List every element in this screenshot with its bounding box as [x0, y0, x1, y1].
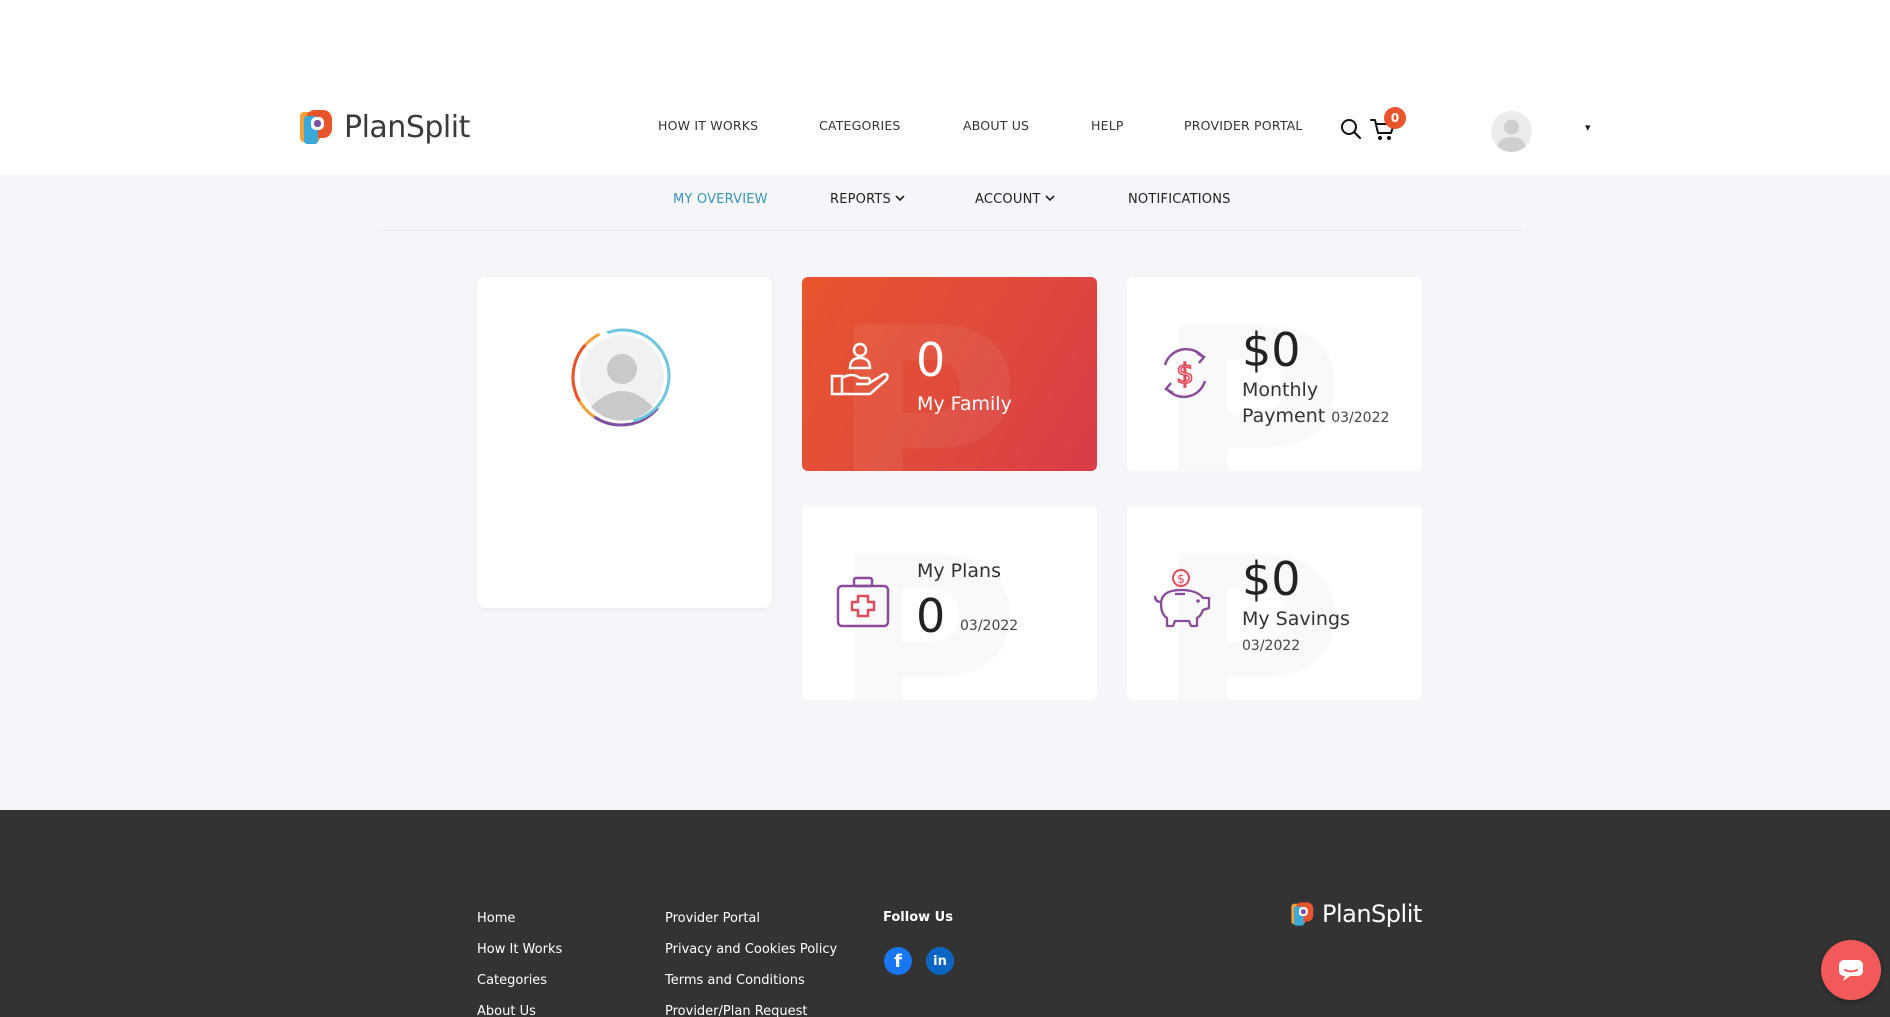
footer-link-home[interactable]: Home [477, 910, 562, 941]
monthly-payment-label: Payment 03/2022 [1242, 403, 1389, 431]
nav-help[interactable]: HELP [1091, 118, 1124, 133]
plansplit-logo-icon [1291, 902, 1314, 926]
dollar-cycle-icon: $ [1163, 347, 1207, 399]
chat-widget-button[interactable] [1821, 940, 1881, 1000]
linkedin-icon[interactable]: in [926, 947, 954, 975]
footer-link-terms[interactable]: Terms and Conditions [665, 972, 837, 1003]
footer-link-provider-portal[interactable]: Provider Portal [665, 910, 837, 941]
site-footer: Home How It Works Categories About Us Pr… [0, 810, 1890, 1017]
monthly-payment-label-line1: Monthly [1242, 379, 1319, 401]
sub-nav-divider [380, 230, 1522, 231]
svg-text:$: $ [1177, 572, 1185, 586]
footer-link-how-it-works[interactable]: How It Works [477, 941, 562, 972]
medical-kit-icon [836, 576, 890, 628]
profile-card [477, 277, 772, 608]
chevron-down-icon [1045, 195, 1055, 202]
user-placeholder-icon [1497, 119, 1526, 152]
monthly-payment-amount: $0 [1242, 323, 1301, 377]
footer-brand-name: PlanSplit [1322, 900, 1422, 928]
follow-us-heading: Follow Us [883, 910, 953, 925]
my-savings-label: My Savings [1242, 608, 1350, 630]
footer-brand-logo[interactable]: PlanSplit [1290, 900, 1422, 928]
main-nav: HOW IT WORKS CATEGORIES ABOUT US HELP PR… [0, 118, 1890, 138]
tab-reports-label: REPORTS [830, 192, 891, 207]
my-savings-date: 03/2022 [1242, 638, 1301, 654]
footer-link-provider-request[interactable]: Provider/Plan Request [665, 1003, 837, 1017]
svg-text:$: $ [1176, 357, 1194, 390]
tab-reports[interactable]: REPORTS [830, 192, 905, 207]
search-icon[interactable] [1338, 116, 1364, 142]
profile-avatar-icon[interactable] [569, 325, 673, 429]
monthly-payment-date: 03/2022 [1331, 410, 1390, 426]
cart-count-badge: 0 [1384, 107, 1406, 129]
my-savings-amount: $0 [1242, 552, 1301, 606]
footer-links-main: Home How It Works Categories About Us [477, 910, 562, 1017]
my-plans-count: 0 [916, 589, 946, 643]
chevron-down-icon [895, 195, 905, 202]
nav-how-it-works[interactable]: HOW IT WORKS [658, 118, 758, 133]
family-label: My Family [917, 393, 1012, 415]
my-family-card[interactable]: P 0 My Family [802, 277, 1097, 471]
monthly-payment-card[interactable]: P $ $0 Monthly Payment 03/2022 [1127, 277, 1422, 471]
tab-account-label: ACCOUNT [975, 192, 1041, 207]
chevron-down-icon[interactable]: ▾ [1585, 121, 1591, 134]
facebook-icon[interactable]: f [884, 947, 912, 975]
nav-categories[interactable]: CATEGORIES [819, 118, 901, 133]
my-plans-card[interactable]: P My Plans 0 03/2022 [802, 506, 1097, 700]
family-hand-icon [830, 342, 889, 396]
my-plans-date: 03/2022 [960, 618, 1019, 634]
footer-links-legal: Provider Portal Privacy and Cookies Poli… [665, 910, 837, 1017]
nav-provider-portal[interactable]: PROVIDER PORTAL [1184, 118, 1303, 133]
tab-account[interactable]: ACCOUNT [975, 192, 1055, 207]
footer-link-privacy-policy[interactable]: Privacy and Cookies Policy [665, 941, 837, 972]
account-sub-nav: MY OVERVIEW REPORTS ACCOUNT NOTIFICATION… [0, 192, 1890, 216]
footer-link-categories[interactable]: Categories [477, 972, 562, 1003]
monthly-payment-label-line2: Payment [1242, 405, 1326, 427]
tab-my-overview[interactable]: MY OVERVIEW [673, 192, 768, 207]
site-header: PlanSplit HOW IT WORKS CATEGORIES ABOUT … [0, 0, 1890, 175]
footer-link-about-us[interactable]: About Us [477, 1003, 562, 1017]
family-count: 0 [916, 333, 946, 387]
dashboard-content: MY OVERVIEW REPORTS ACCOUNT NOTIFICATION… [0, 175, 1890, 810]
chat-bubble-icon [1839, 960, 1863, 981]
my-savings-card[interactable]: P $ $0 My Savings 03/2022 [1127, 506, 1422, 700]
nav-about-us[interactable]: ABOUT US [963, 118, 1029, 133]
my-plans-title: My Plans [917, 560, 1001, 582]
tab-notifications[interactable]: NOTIFICATIONS [1128, 192, 1231, 207]
piggy-bank-icon: $ [1153, 569, 1211, 628]
user-avatar[interactable] [1491, 111, 1532, 152]
